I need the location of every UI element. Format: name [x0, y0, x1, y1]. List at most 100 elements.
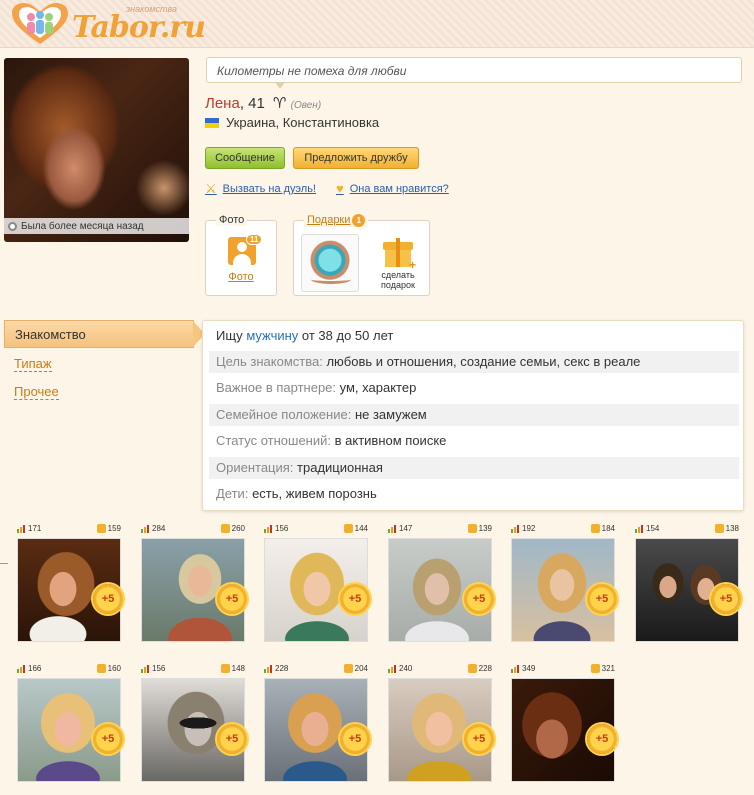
- duel-link[interactable]: ⚔ Вызвать на дуэль!: [205, 181, 316, 197]
- offer-friendship-button[interactable]: Предложить дружбу: [293, 147, 419, 169]
- photo-stats: 171 159: [17, 522, 121, 536]
- likes-counter: 160: [96, 664, 121, 673]
- photo-stats: 228 204: [264, 662, 368, 676]
- photo-stats: 154 138: [635, 522, 739, 536]
- info-label: Дети:: [216, 486, 249, 501]
- tab-prochee[interactable]: Прочее: [14, 384, 59, 400]
- rate-plus5-button[interactable]: +5: [464, 724, 494, 754]
- photo-stats: 240 228: [388, 662, 492, 676]
- gallery-photo[interactable]: 156 144 +5: [264, 522, 370, 646]
- like-link[interactable]: ♥ Она вам нравится?: [336, 181, 449, 196]
- location: Украина, Константиновка: [205, 115, 379, 130]
- likes-counter: 144: [343, 524, 368, 533]
- tab-tipazh[interactable]: Типаж: [14, 356, 52, 372]
- rate-plus5-button[interactable]: +5: [340, 584, 370, 614]
- photo-stats: 284 260: [141, 522, 245, 536]
- info-label: Цель знакомства:: [216, 354, 323, 369]
- seeking-age: от 38 до 50 лет: [298, 328, 394, 343]
- gallery-photo[interactable]: 147 139 +5: [388, 522, 494, 646]
- likes-counter: 321: [590, 664, 615, 673]
- photos-count-badge: 11: [246, 234, 263, 245]
- gallery-photo[interactable]: 192 184 +5: [511, 522, 617, 646]
- views-counter: 284: [141, 524, 165, 533]
- photos-box-title: Фото: [216, 214, 248, 226]
- rate-plus5-button[interactable]: +5: [93, 724, 123, 754]
- thumbs-up-icon: [467, 664, 477, 673]
- rate-plus5-button[interactable]: +5: [93, 584, 123, 614]
- make-gift-button[interactable]: + сделать подарок: [370, 235, 426, 290]
- thumbs-up-icon: [343, 664, 353, 673]
- views-counter: 156: [264, 524, 288, 533]
- header: знакомства Tabor.ru: [0, 0, 754, 48]
- views-counter: 171: [17, 524, 41, 533]
- site-logo[interactable]: знакомства Tabor.ru: [10, 2, 206, 46]
- dating-info-panel: Ищу мужчину от 38 до 50 лет Цель знакомс…: [202, 320, 744, 511]
- logo-text: Tabor.ru: [72, 10, 206, 45]
- likes-count: 144: [354, 524, 368, 533]
- likes-count: 204: [354, 664, 368, 673]
- likes-counter: 184: [590, 524, 615, 533]
- gallery-photo[interactable]: 166 160 +5: [17, 662, 123, 786]
- gallery-photo[interactable]: 154 138 +5: [635, 522, 741, 646]
- profile-name: Лена: [205, 95, 240, 112]
- gifts-box: Подарки 1 + сделать подарок: [293, 214, 430, 296]
- gallery-photo[interactable]: 171 159 +5: [17, 522, 123, 646]
- info-row-children: Дети: есть, живем порознь: [209, 483, 739, 505]
- duel-link-label: Вызвать на дуэль!: [222, 183, 316, 195]
- info-row-status: Статус отношений: в активном поиске: [209, 430, 739, 452]
- rating-bars-icon: [635, 524, 644, 533]
- gifts-count-badge: 1: [352, 214, 366, 227]
- views-counter: 147: [388, 524, 412, 533]
- online-status-bar: Была более месяца назад: [4, 218, 189, 234]
- gifts-box-title[interactable]: Подарки 1: [304, 214, 369, 227]
- info-row-orientation: Ориентация: традиционная: [209, 457, 739, 479]
- gallery-photo[interactable]: 240 228 +5: [388, 662, 494, 786]
- views-count: 240: [399, 664, 413, 673]
- info-label: Семейное положение:: [216, 407, 352, 422]
- views-count: 284: [152, 524, 166, 533]
- send-message-button[interactable]: Сообщение: [205, 147, 285, 169]
- likes-counter: 139: [467, 524, 492, 533]
- gallery-photo[interactable]: 349 321 +5: [511, 662, 617, 786]
- thumbs-up-icon: [96, 524, 106, 533]
- info-row-marital: Семейное положение: не замужем: [209, 404, 739, 426]
- rate-plus5-button[interactable]: +5: [587, 584, 617, 614]
- gallery-photo[interactable]: 284 260 +5: [141, 522, 247, 646]
- likes-counter: 260: [220, 524, 245, 533]
- info-value: не замужем: [354, 407, 427, 422]
- offline-status-icon: [8, 221, 17, 231]
- likes-counter: 138: [714, 524, 739, 533]
- profile-main-photo[interactable]: Была более месяца назад: [4, 58, 189, 242]
- rating-bars-icon: [264, 524, 273, 533]
- rate-plus5-button[interactable]: +5: [587, 724, 617, 754]
- views-count: 154: [646, 524, 660, 533]
- gallery-photo[interactable]: 156 148 +5: [141, 662, 247, 786]
- info-value: есть, живем порознь: [252, 486, 377, 501]
- views-count: 349: [522, 664, 536, 673]
- rating-bars-icon: [141, 664, 150, 673]
- views-counter: 240: [388, 664, 412, 673]
- gifts-title-label: Подарки: [307, 214, 351, 226]
- views-count: 228: [275, 664, 289, 673]
- make-gift-label: сделать подарок: [381, 270, 415, 290]
- ring-gift-image[interactable]: [301, 234, 359, 292]
- rate-plus5-button[interactable]: +5: [340, 724, 370, 754]
- tab-znakomstvo[interactable]: Знакомство: [4, 320, 205, 348]
- photo-stats: 156 148: [141, 662, 245, 676]
- name-age-line: Лена, 41 ♈ (Овен): [205, 94, 321, 112]
- likes-count: 228: [478, 664, 492, 673]
- photos-link[interactable]: Фото: [206, 271, 276, 283]
- rate-plus5-button[interactable]: +5: [217, 584, 247, 614]
- last-seen-text: Была более месяца назад: [21, 220, 144, 232]
- profile-slogan: Километры не помеха для любви: [206, 57, 742, 83]
- rating-bars-icon: [388, 524, 397, 533]
- views-counter: 156: [141, 664, 165, 673]
- photo-stats: 156 144: [264, 522, 368, 536]
- seeking-gender: мужчину: [246, 328, 299, 343]
- gallery-photo[interactable]: 228 204 +5: [264, 662, 370, 786]
- rate-plus5-button[interactable]: +5: [711, 584, 741, 614]
- info-label: Ориентация:: [216, 460, 294, 475]
- views-counter: 154: [635, 524, 659, 533]
- rate-plus5-button[interactable]: +5: [217, 724, 247, 754]
- rate-plus5-button[interactable]: +5: [464, 584, 494, 614]
